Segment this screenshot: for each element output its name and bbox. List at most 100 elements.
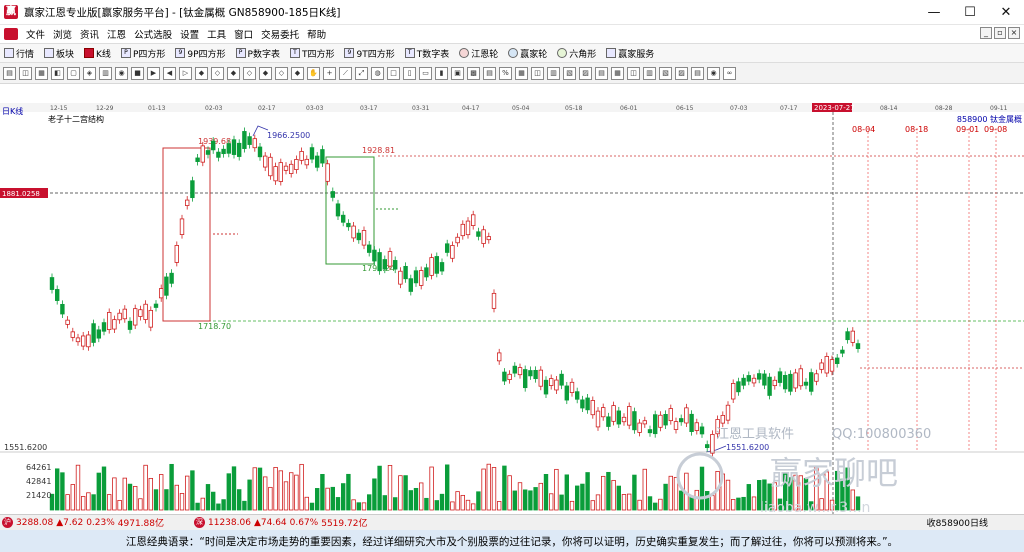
mdi-restore-button[interactable]: ▫	[994, 27, 1006, 39]
kline-chart[interactable]: 12-15 12-29 01-13 02-03 02-17 03-03 03-17 03-31…	[0, 84, 1024, 514]
drawing-tool-17-icon[interactable]: ◆	[259, 66, 272, 80]
candle	[601, 407, 606, 418]
drawing-tool-11-icon[interactable]: ◀	[163, 66, 176, 80]
drawing-tool-44-icon[interactable]: ▤	[691, 66, 704, 80]
candle	[491, 292, 497, 309]
drawing-tool-38-icon[interactable]: ▤	[595, 66, 608, 80]
drawing-tool-12-icon[interactable]: ▷	[179, 66, 192, 80]
drawing-tool-25-icon[interactable]: □	[387, 66, 400, 80]
candle	[205, 150, 211, 155]
drawing-tool-45-icon[interactable]: ◉	[707, 66, 720, 80]
drawing-tool-32-icon[interactable]: %	[499, 66, 512, 80]
candle	[164, 276, 169, 296]
toolbar-kline[interactable]: K线	[84, 47, 111, 60]
sz-index[interactable]: 11238.06	[208, 518, 251, 528]
candle	[335, 203, 341, 217]
candle	[268, 156, 273, 177]
toolbar-t-square[interactable]: T T四方形	[289, 47, 334, 60]
drawing-tool-35-icon[interactable]: ▥	[547, 66, 560, 80]
drawing-tool-23-icon[interactable]: ⤢	[355, 66, 368, 80]
drawing-tool-26-icon[interactable]: ▯	[403, 66, 416, 80]
minimize-button[interactable]: —	[916, 0, 952, 25]
drawing-tool-7-icon[interactable]: ▥	[99, 66, 112, 80]
function-toolbar: 行情 板块 K线 P P四方形 9 9P四方形 P P数字表 T T四方形 9 9T四方形…	[0, 43, 1024, 63]
candle	[575, 391, 580, 400]
drawing-tool-34-icon[interactable]: ◫	[531, 66, 544, 80]
drawing-tool-18-icon[interactable]: ◇	[275, 66, 288, 80]
drawing-tool-37-icon[interactable]: ▨	[579, 66, 592, 80]
sh-index[interactable]: 3288.08	[16, 518, 53, 528]
drawing-tool-30-icon[interactable]: ▩	[467, 66, 480, 80]
candle	[273, 166, 278, 182]
drawing-tool-1-icon[interactable]: ▤	[3, 66, 16, 80]
date-tick: 04-17	[462, 105, 480, 112]
drawing-tool-29-icon[interactable]: ▣	[451, 66, 464, 80]
drawing-tool-27-icon[interactable]: ▭	[419, 66, 432, 80]
toolbar-9t-square[interactable]: 9 9T四方形	[344, 47, 395, 60]
volume-bar	[346, 473, 351, 511]
drawing-tool-13-icon[interactable]: ◆	[195, 66, 208, 80]
volume-bar	[184, 475, 190, 511]
drawing-tool-46-icon[interactable]: ∞	[723, 66, 736, 80]
drawing-tool-31-icon[interactable]: ▤	[483, 66, 496, 80]
future-date: 09-01	[956, 125, 979, 134]
toolbar-9p-square[interactable]: 9 9P四方形	[175, 47, 226, 60]
volume-bar	[387, 465, 393, 511]
menu-trade[interactable]: 交易委托	[257, 27, 303, 41]
drawing-tool-9-icon[interactable]: ■	[131, 66, 144, 80]
toolbar-p-square[interactable]: P P四方形	[120, 47, 165, 60]
drawing-tool-21-icon[interactable]: +	[323, 66, 336, 80]
menu-formula[interactable]: 公式选股	[130, 27, 176, 41]
volume-bar	[299, 463, 304, 511]
toolbar-gann-wheel[interactable]: 江恩轮	[459, 47, 498, 60]
drawing-tool-40-icon[interactable]: ◫	[627, 66, 640, 80]
drawing-tool-4-icon[interactable]: ◧	[51, 66, 64, 80]
drawing-tool-5-icon[interactable]: ▢	[67, 66, 80, 80]
drawing-tool-24-icon[interactable]: ◍	[371, 66, 384, 80]
toolbar-winner-wheel[interactable]: 赢家轮	[508, 47, 547, 60]
drawing-tool-19-icon[interactable]: ◆	[291, 66, 304, 80]
menu-info[interactable]: 资讯	[76, 27, 103, 41]
drawing-tool-22-icon[interactable]: ⟋	[339, 66, 352, 80]
menu-tools[interactable]: 工具	[203, 27, 230, 41]
maximize-button[interactable]: ☐	[952, 0, 988, 25]
close-button[interactable]: ✕	[988, 0, 1024, 25]
drawing-tool-39-icon[interactable]: ▦	[611, 66, 624, 80]
candle	[294, 159, 299, 170]
menu-help[interactable]: 帮助	[303, 27, 330, 41]
candle	[184, 199, 190, 206]
drawing-tool-10-icon[interactable]: ▶	[147, 66, 160, 80]
candle	[455, 236, 460, 244]
drawing-tool-3-icon[interactable]: ▦	[35, 66, 48, 80]
drawing-tool-36-icon[interactable]: ▧	[563, 66, 576, 80]
candle	[476, 231, 481, 237]
drawing-tool-2-icon[interactable]: ◫	[19, 66, 32, 80]
drawing-tool-42-icon[interactable]: ▧	[659, 66, 672, 80]
drawing-tool-15-icon[interactable]: ◆	[227, 66, 240, 80]
drawing-tool-20-icon[interactable]: ✋	[307, 66, 320, 80]
menu-file[interactable]: 文件	[22, 27, 49, 41]
toolbar-sectors[interactable]: 板块	[44, 47, 74, 60]
volume-bar	[366, 494, 372, 511]
drawing-tool-8-icon[interactable]: ◉	[115, 66, 128, 80]
toolbar-quotes[interactable]: 行情	[4, 47, 34, 60]
drawing-tool-41-icon[interactable]: ▥	[643, 66, 656, 80]
mdi-minimize-button[interactable]: _	[980, 27, 992, 39]
mdi-close-button[interactable]: ×	[1008, 27, 1020, 39]
drawing-tool-6-icon[interactable]: ◈	[83, 66, 96, 80]
toolbar-service[interactable]: 赢家服务	[606, 47, 654, 60]
drawing-tool-43-icon[interactable]: ▨	[675, 66, 688, 80]
drawing-tool-33-icon[interactable]: ▦	[515, 66, 528, 80]
drawing-tool-16-icon[interactable]: ◇	[243, 66, 256, 80]
toolbar-p-table[interactable]: P P数字表	[235, 47, 280, 60]
menu-browse[interactable]: 浏览	[49, 27, 76, 41]
menu-gann[interactable]: 江恩	[103, 27, 130, 41]
menu-window[interactable]: 窗口	[230, 27, 257, 41]
annotation-low2: 1718.70	[198, 322, 231, 331]
candle	[330, 191, 335, 198]
drawing-tool-28-icon[interactable]: ▮	[435, 66, 448, 80]
toolbar-hexagon[interactable]: 六角形	[557, 47, 596, 60]
menu-settings[interactable]: 设置	[176, 27, 203, 41]
drawing-tool-14-icon[interactable]: ◇	[211, 66, 224, 80]
toolbar-t-table[interactable]: T T数字表	[404, 47, 449, 60]
